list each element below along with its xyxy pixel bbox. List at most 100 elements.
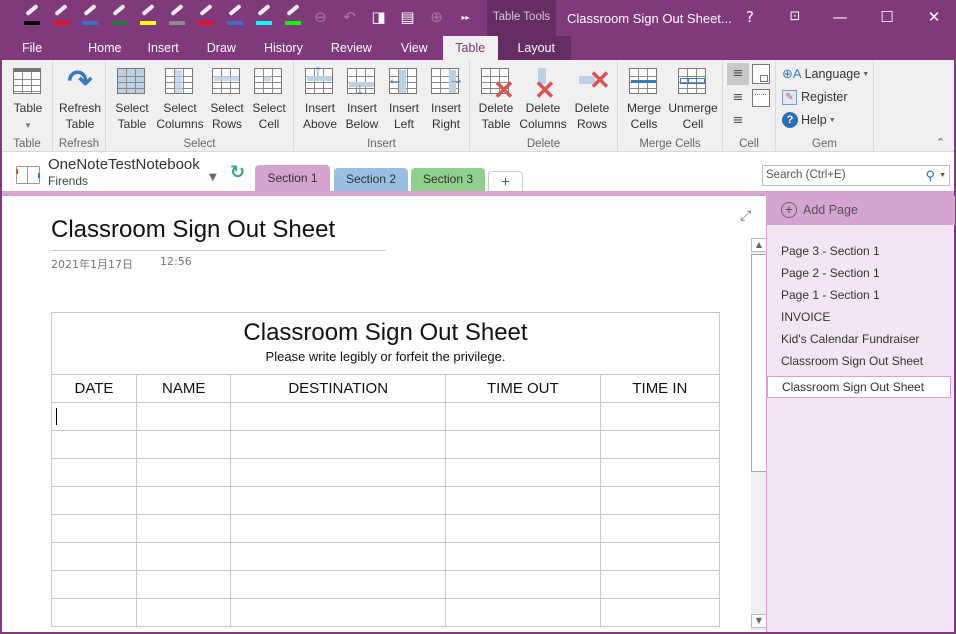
- table-cell[interactable]: [444, 598, 601, 627]
- ribbon-display-options-button[interactable]: ⊡: [775, 6, 815, 28]
- table-cell[interactable]: [599, 486, 721, 515]
- select-table-button[interactable]: Select Table: [112, 64, 152, 134]
- table-cell[interactable]: [51, 458, 137, 487]
- select-rows-button[interactable]: Select Rows: [207, 64, 247, 134]
- help-menu-button[interactable]: ? Help ▼: [782, 109, 836, 131]
- table-cell[interactable]: [51, 486, 137, 515]
- align-right-button[interactable]: ≡: [727, 110, 749, 132]
- scroll-down-button[interactable]: ▼: [751, 614, 766, 628]
- table-cell[interactable]: [135, 570, 232, 599]
- table-cell[interactable]: [135, 402, 232, 431]
- select-cell-button[interactable]: Select Cell: [249, 64, 289, 134]
- page-list-item[interactable]: Page 2 - Section 1: [781, 266, 880, 280]
- language-button[interactable]: ⊕A Language ▼: [782, 63, 869, 85]
- page-list-item[interactable]: Kid's Calendar Fundraiser: [781, 332, 919, 346]
- section-tab-2[interactable]: Section 2: [334, 168, 408, 192]
- column-header-cell[interactable]: TIME OUT: [444, 374, 601, 403]
- table-cell[interactable]: [51, 542, 137, 571]
- pen-black-icon[interactable]: [16, 3, 45, 29]
- tab-home[interactable]: Home: [52, 36, 133, 60]
- table-cell[interactable]: [599, 598, 721, 627]
- search-scope-dropdown-icon[interactable]: ▼: [939, 166, 946, 185]
- insert-above-button[interactable]: ↑ Insert Above: [300, 64, 340, 134]
- tab-history[interactable]: History: [250, 36, 317, 60]
- table-cell[interactable]: [135, 430, 232, 459]
- search-icon[interactable]: ⚲: [925, 166, 935, 185]
- more-icon[interactable]: ▸▸: [451, 5, 480, 29]
- table-cell[interactable]: [51, 430, 137, 459]
- register-button[interactable]: ✎ Register: [782, 86, 848, 108]
- page-list-item[interactable]: Classroom Sign Out Sheet: [767, 376, 951, 398]
- highlighter-green-icon[interactable]: [277, 3, 306, 29]
- table-cell[interactable]: [135, 598, 232, 627]
- insert-below-button[interactable]: ↓ Insert Below: [342, 64, 382, 134]
- delete-columns-button[interactable]: ✕ Delete Columns: [518, 64, 568, 134]
- undo-icon[interactable]: ↶: [335, 5, 364, 29]
- delete-rows-button[interactable]: ✕ Delete Rows: [570, 64, 614, 134]
- tab-table[interactable]: Table: [442, 36, 498, 60]
- table-button[interactable]: Table ▼: [8, 64, 48, 134]
- pen-gray-icon[interactable]: [161, 3, 190, 29]
- table-cell[interactable]: [599, 458, 721, 487]
- notebook-dropdown-icon[interactable]: ▼: [209, 172, 217, 183]
- table-cell[interactable]: [599, 514, 721, 543]
- table-cell[interactable]: [230, 542, 446, 571]
- scroll-up-button[interactable]: ▲: [751, 238, 766, 252]
- table-cell[interactable]: [230, 430, 446, 459]
- refresh-table-button[interactable]: ↷ Refresh Table: [57, 64, 103, 134]
- tab-layout[interactable]: Layout: [501, 36, 571, 60]
- table-cell[interactable]: [230, 402, 446, 431]
- page-canvas[interactable]: ⤢ Classroom Sign Out Sheet 2021年1月17日 12…: [2, 196, 766, 632]
- add-page-button[interactable]: + Add Page: [767, 196, 955, 225]
- table-cell[interactable]: [444, 570, 601, 599]
- cell-shading-button[interactable]: [752, 64, 770, 84]
- table-cell[interactable]: [135, 486, 232, 515]
- table-cell[interactable]: [444, 486, 601, 515]
- pen-red-2-icon[interactable]: [190, 3, 219, 29]
- dock-to-desktop-icon[interactable]: ◨: [364, 5, 393, 29]
- insert-left-button[interactable]: ← Insert Left: [384, 64, 424, 134]
- help-button[interactable]: ?: [730, 6, 770, 28]
- sheet-heading-cell[interactable]: Classroom Sign Out Sheet Please write le…: [51, 312, 720, 375]
- page-list-item[interactable]: Page 3 - Section 1: [781, 244, 880, 258]
- tab-file[interactable]: File: [2, 36, 52, 60]
- minimize-button[interactable]: —: [820, 6, 860, 28]
- pen-blue-2-icon[interactable]: [219, 3, 248, 29]
- merge-cells-button[interactable]: Merge Cells: [624, 64, 664, 134]
- table-cell[interactable]: [444, 458, 601, 487]
- table-cell[interactable]: [230, 598, 446, 627]
- table-cell[interactable]: [230, 514, 446, 543]
- table-cell[interactable]: [444, 514, 601, 543]
- table-cell[interactable]: [230, 570, 446, 599]
- table-cell[interactable]: [135, 542, 232, 571]
- close-button[interactable]: ✕: [914, 6, 954, 28]
- tab-view[interactable]: View: [386, 36, 443, 60]
- notebook-name[interactable]: OneNoteTestNotebook: [48, 156, 200, 173]
- table-cell[interactable]: [230, 486, 446, 515]
- column-header-cell[interactable]: DESTINATION: [230, 374, 446, 403]
- highlighter-yellow-icon[interactable]: [132, 3, 161, 29]
- table-cell[interactable]: [135, 514, 232, 543]
- table-cell[interactable]: [51, 570, 137, 599]
- table-cell[interactable]: [444, 402, 601, 431]
- align-center-button[interactable]: ≡: [727, 87, 749, 109]
- column-header-cell[interactable]: TIME IN: [599, 374, 721, 403]
- pen-blue-icon[interactable]: [74, 3, 103, 29]
- unmerge-cell-button[interactable]: Unmerge Cell: [666, 64, 720, 134]
- table-cell[interactable]: [230, 458, 446, 487]
- table-cell[interactable]: [599, 430, 721, 459]
- table-cell[interactable]: [444, 430, 601, 459]
- sync-icon[interactable]: ↻: [230, 162, 245, 183]
- highlighter-cyan-icon[interactable]: [248, 3, 277, 29]
- tab-insert[interactable]: Insert: [134, 36, 193, 60]
- expand-icon[interactable]: ⤢: [740, 208, 751, 224]
- back-icon[interactable]: ⊖: [306, 5, 335, 29]
- table-cell[interactable]: [444, 542, 601, 571]
- hide-borders-button[interactable]: [752, 89, 770, 107]
- select-columns-button[interactable]: Select Columns: [155, 64, 205, 134]
- search-input[interactable]: Search (Ctrl+E) ⚲ ▼: [762, 165, 950, 186]
- table-cell[interactable]: [599, 402, 721, 431]
- align-left-button[interactable]: ≡: [727, 63, 749, 85]
- full-page-view-icon[interactable]: ▤: [393, 5, 422, 29]
- table-cell[interactable]: [599, 542, 721, 571]
